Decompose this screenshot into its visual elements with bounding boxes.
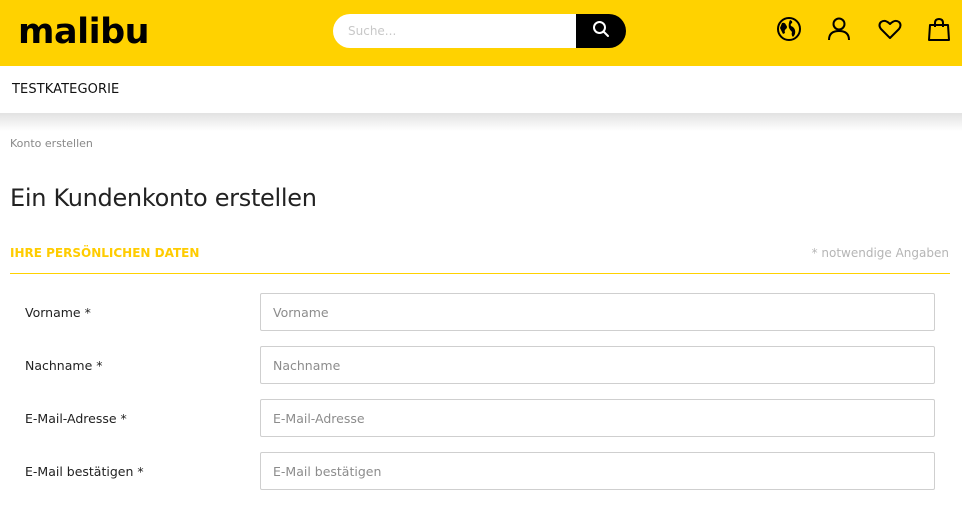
required-note: * notwendige Angaben	[811, 246, 949, 260]
bag-icon	[926, 16, 952, 46]
wishlist-button[interactable]	[876, 17, 903, 44]
email-confirm-label: E-Mail bestätigen *	[25, 464, 144, 479]
search-button[interactable]	[576, 14, 626, 48]
last-name-label: Nachname *	[25, 358, 103, 373]
user-icon	[826, 16, 852, 46]
main-nav: TESTKATEGORIE	[0, 66, 962, 115]
section-divider	[10, 273, 950, 274]
search-input[interactable]	[333, 14, 583, 48]
malibu-logo[interactable]: malibu	[18, 10, 150, 54]
email-field[interactable]	[260, 399, 935, 437]
breadcrumb[interactable]: Konto erstellen	[10, 137, 93, 150]
account-button[interactable]	[825, 17, 852, 44]
globe-icon	[776, 16, 802, 46]
page-title: Ein Kundenkonto erstellen	[10, 184, 317, 212]
nav-shadow	[0, 113, 962, 131]
search-bar	[333, 14, 626, 48]
first-name-field[interactable]	[260, 293, 935, 331]
email-confirm-field[interactable]	[260, 452, 935, 490]
nav-item-testkategorie[interactable]: TESTKATEGORIE	[12, 82, 119, 97]
email-label: E-Mail-Adresse *	[25, 411, 127, 426]
section-title: IHRE PERSÖNLICHEN DATEN	[10, 246, 200, 260]
heart-icon	[877, 16, 903, 46]
search-icon	[592, 20, 610, 42]
cart-button[interactable]	[925, 17, 952, 44]
last-name-field[interactable]	[260, 346, 935, 384]
language-button[interactable]	[775, 16, 802, 46]
first-name-label: Vorname *	[25, 305, 91, 320]
top-header: malibu	[0, 0, 962, 66]
